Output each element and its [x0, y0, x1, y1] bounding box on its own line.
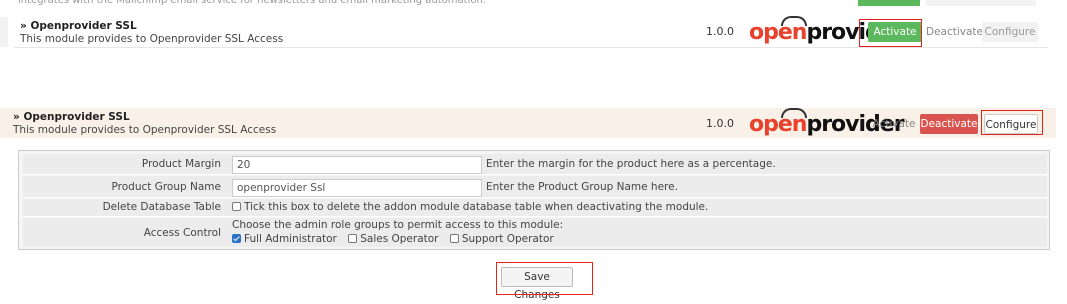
support-operator-label: Support Operator — [461, 233, 554, 245]
support-operator-checkbox[interactable] — [449, 234, 459, 243]
config-row-product-group: Product Group Name openprovider Ssl Ente… — [23, 176, 1047, 198]
module-description: This module provides to Openprovider SSL… — [13, 124, 277, 136]
product-group-name-input[interactable]: openprovider Ssl — [232, 179, 482, 197]
product-margin-label: Product Margin — [141, 158, 221, 170]
module-version: 1.0.0 — [706, 25, 734, 38]
product-margin-input[interactable]: 20 — [232, 156, 482, 174]
row-left-edge — [0, 17, 8, 47]
module-row-2: » Openprovider SSL This module provides … — [0, 108, 1056, 138]
highlight-box-activate — [859, 19, 922, 47]
module-description: This module provides to Openprovider SSL… — [20, 33, 284, 45]
access-control-help: Choose the admin role groups to permit a… — [232, 219, 564, 231]
product-margin-help: Enter the margin for the product here as… — [486, 158, 776, 170]
full-administrator-label: Full Administrator — [244, 233, 337, 245]
delete-table-help: Tick this box to delete the addon module… — [244, 201, 709, 213]
product-group-name-label: Product Group Name — [111, 181, 222, 193]
previous-module-description: integrates with the Mailchimp email serv… — [18, 0, 486, 6]
activate-button[interactable]: Activate — [872, 114, 916, 134]
logo-arc-icon — [781, 108, 807, 118]
previous-activate-button-edge[interactable] — [858, 0, 920, 6]
sales-operator-label: Sales Operator — [360, 233, 439, 245]
module-version: 1.0.0 — [706, 117, 734, 130]
highlight-box-save — [496, 262, 593, 295]
highlight-box-configure — [981, 110, 1043, 135]
delete-table-label: Delete Database Table — [102, 201, 221, 213]
module-title: » Openprovider SSL — [20, 20, 137, 32]
deactivate-button[interactable]: Deactivate — [920, 114, 978, 134]
config-row-product-margin: Product Margin 20 Enter the margin for t… — [23, 154, 1047, 175]
config-row-access-control: Access Control Choose the admin role gro… — [23, 218, 1047, 247]
deactivate-button[interactable]: Deactivate — [926, 22, 983, 42]
access-control-options: Full Administrator Sales Operator Suppor… — [232, 233, 562, 245]
full-administrator-checkbox[interactable] — [232, 234, 241, 243]
module-title: » Openprovider SSL — [13, 111, 130, 123]
logo-arc-icon — [781, 16, 807, 26]
sales-operator-checkbox[interactable] — [348, 234, 358, 243]
module-config-panel: Product Margin 20 Enter the margin for t… — [18, 150, 1050, 250]
delete-table-checkbox[interactable] — [232, 202, 241, 211]
configure-button[interactable]: Configure — [982, 22, 1038, 42]
access-control-label: Access Control — [143, 227, 221, 239]
previous-buttons-edge — [926, 0, 1036, 6]
delete-table-option: Tick this box to delete the addon module… — [232, 201, 708, 213]
divider-fragments: -- - - - - - - - - - - - - — [24, 101, 364, 105]
config-row-delete-table: Delete Database Table Tick this box to d… — [23, 199, 1047, 217]
product-group-name-help: Enter the Product Group Name here. — [486, 181, 678, 193]
